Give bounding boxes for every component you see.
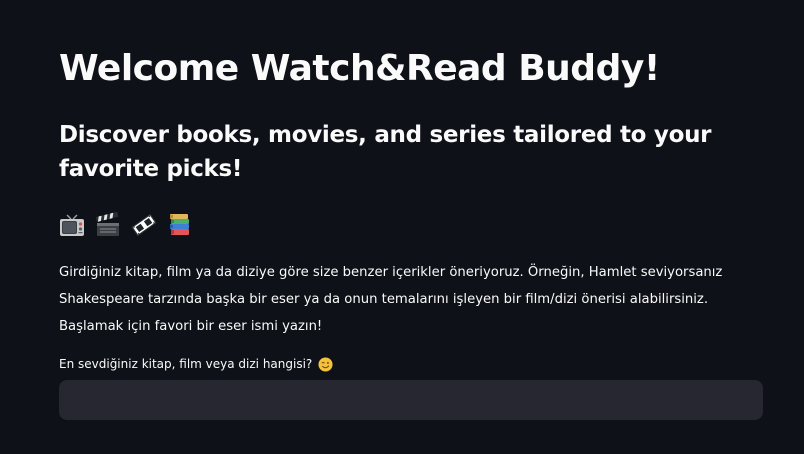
emoji-row [59,212,193,238]
intro-text: Girdiğiniz kitap, film ya da diziye göre… [59,265,723,334]
search-label: En sevdiğiniz kitap, film veya dizi hang… [59,355,333,373]
page-subtitle: Discover books, movies, and series tailo… [59,122,712,182]
search-input[interactable] [59,380,763,420]
clapper-board-icon [95,212,119,236]
search-label-text: En sevdiğiniz kitap, film veya dizi hang… [59,357,313,371]
film-frames-icon [131,213,157,237]
books-icon [170,214,189,235]
winking-face-icon [318,356,333,372]
page-title: Welcome Watch&Read Buddy! [59,48,660,89]
television-icon [60,214,84,236]
